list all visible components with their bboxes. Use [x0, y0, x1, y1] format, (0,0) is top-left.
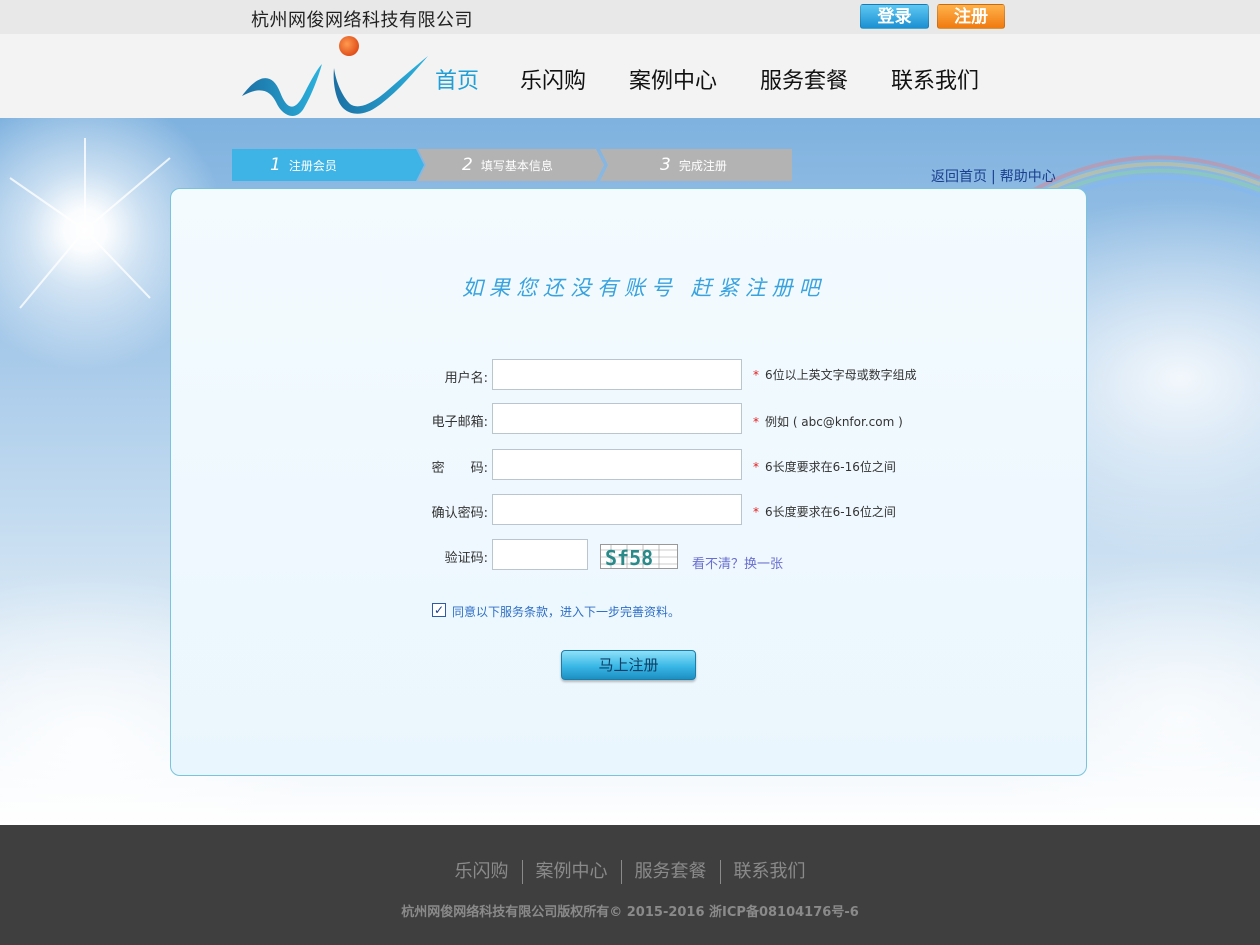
help-center-link[interactable]: 帮助中心	[1000, 169, 1056, 185]
footer: 乐闪购 案例中心 服务套餐 联系我们 杭州网俊网络科技有限公司版权所有© 2015-2…	[0, 825, 1260, 945]
submit-register-button[interactable]: 马上注册	[561, 650, 696, 680]
captcha-input[interactable]	[492, 539, 588, 570]
registration-steps: 1 注册会员 2 填写基本信息 3 完成注册	[232, 149, 792, 181]
back-home-link[interactable]: 返回首页	[931, 169, 987, 185]
confirm-password-label: 确认密码:	[431, 506, 488, 521]
footer-link-flash-sale[interactable]: 乐闪购	[442, 857, 522, 883]
agree-text: 同意以下服务条款，进入下一步完善资料。	[452, 605, 681, 619]
captcha-image[interactable]: Sf58	[600, 544, 678, 569]
register-slogan: 如果您还没有账号 赶紧注册吧	[462, 276, 826, 300]
nav-packages[interactable]: 服务套餐	[760, 63, 848, 95]
link-separator: |	[991, 169, 996, 185]
footer-link-cases[interactable]: 案例中心	[523, 857, 621, 883]
quick-links: 返回首页 | 帮助中心	[931, 166, 1056, 186]
main-header: 首页 乐闪购 案例中心 服务套餐 联系我们	[0, 34, 1260, 118]
email-input[interactable]	[492, 403, 742, 434]
top-bar: 杭州网俊网络科技有限公司 登录 注册	[0, 0, 1260, 34]
company-name: 杭州网俊网络科技有限公司	[251, 10, 473, 31]
username-hint: * 6位以上英文字母或数字组成	[753, 368, 917, 382]
nav-flash-sale[interactable]: 乐闪购	[520, 63, 586, 95]
email-label: 电子邮箱:	[431, 415, 488, 430]
refresh-captcha-link[interactable]: 看不清？换一张	[692, 553, 783, 572]
nav-cases[interactable]: 案例中心	[629, 63, 717, 95]
nav-contact[interactable]: 联系我们	[891, 63, 979, 95]
captcha-label: 验证码:	[444, 551, 488, 566]
register-button[interactable]: 注册	[937, 4, 1005, 29]
company-logo[interactable]	[238, 34, 430, 118]
username-label: 用户名:	[444, 371, 488, 386]
confirm-password-hint: * 6长度要求在6-16位之间	[753, 505, 896, 519]
password-input[interactable]	[492, 449, 742, 480]
captcha-code: Sf58	[605, 546, 653, 569]
confirm-password-input[interactable]	[492, 494, 742, 525]
nav-home[interactable]: 首页	[435, 63, 479, 95]
copyright-text: 杭州网俊网络科技有限公司版权所有© 2015-2016 浙ICP备0810417…	[401, 905, 859, 920]
footer-link-packages[interactable]: 服务套餐	[622, 857, 720, 883]
username-input[interactable]	[492, 359, 742, 390]
agree-checkbox[interactable]: ✓	[432, 603, 446, 617]
step-2: 2 填写基本信息	[462, 155, 553, 175]
password-hint: * 6长度要求在6-16位之间	[753, 460, 896, 474]
password-label: 密 码:	[431, 461, 488, 476]
footer-link-contact[interactable]: 联系我们	[721, 857, 819, 883]
step-1: 1 注册会员	[270, 155, 337, 175]
email-hint: * 例如 ( abc@knfor.com )	[753, 415, 903, 429]
login-button[interactable]: 登录	[860, 4, 929, 29]
step-3: 3 完成注册	[660, 155, 727, 175]
footer-links: 乐闪购 案例中心 服务套餐 联系我们	[0, 857, 1260, 884]
